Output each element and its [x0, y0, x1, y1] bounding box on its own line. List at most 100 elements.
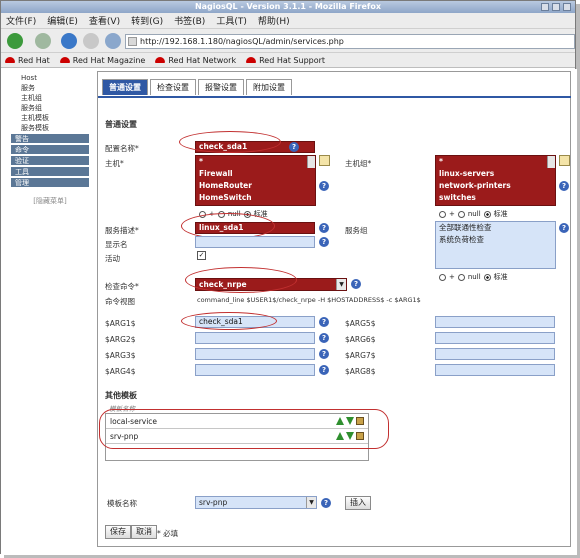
- sidebar-section-commands[interactable]: 命令: [11, 145, 89, 155]
- cancel-button[interactable]: 取消: [131, 525, 157, 539]
- tab-extra[interactable]: 附加设置: [246, 79, 292, 95]
- chevron-down-icon: ▼: [306, 497, 316, 508]
- sidebar-item-host-templates[interactable]: 主机模板: [11, 113, 89, 123]
- tab-alarm[interactable]: 报警设置: [198, 79, 244, 95]
- servicegroup-list[interactable]: 全部联通性检查 系统负荷检查: [435, 221, 556, 269]
- list-item[interactable]: 系统负荷检查: [436, 234, 555, 246]
- radio-plus[interactable]: [439, 273, 446, 281]
- stop-icon[interactable]: [83, 33, 99, 49]
- back-icon[interactable]: [7, 33, 23, 49]
- radio-label: 标准: [493, 273, 508, 281]
- config-name-label: 配置名称*: [105, 144, 139, 153]
- save-button[interactable]: 保存: [105, 525, 131, 539]
- sidebar-item-host[interactable]: Host: [11, 73, 89, 83]
- bookmark-label: Red Hat: [18, 55, 50, 65]
- highlight-oval: [99, 409, 389, 449]
- sidebar-item-services[interactable]: 服务: [11, 83, 89, 93]
- redhat-icon: [155, 57, 166, 63]
- help-icon[interactable]: ?: [289, 142, 299, 152]
- arg6-input[interactable]: [435, 332, 555, 344]
- help-icon[interactable]: ?: [319, 223, 329, 233]
- radio-standard[interactable]: [483, 273, 491, 281]
- list-item[interactable]: linux-servers: [436, 168, 555, 180]
- menu-view[interactable]: 查看(V): [89, 14, 120, 27]
- bookmark-redhat-magazine[interactable]: Red Hat Magazine: [59, 56, 145, 65]
- sidebar-section-admin[interactable]: 管理: [11, 178, 89, 188]
- bookmark-redhat[interactable]: Red Hat: [5, 56, 50, 65]
- sidebar-item-servicegroups[interactable]: 服务组: [11, 103, 89, 113]
- arg1-label: $ARG1$: [105, 319, 136, 328]
- help-icon[interactable]: ?: [559, 223, 569, 233]
- highlight-oval: [185, 267, 297, 293]
- menu-edit[interactable]: 编辑(E): [47, 14, 78, 27]
- radio-label: +: [449, 210, 455, 218]
- list-item[interactable]: *: [196, 156, 315, 168]
- radio-null[interactable]: [457, 273, 465, 281]
- help-icon[interactable]: ?: [319, 349, 329, 359]
- help-icon[interactable]: ?: [319, 365, 329, 375]
- tab-check[interactable]: 检查设置: [150, 79, 196, 95]
- sidebar-section-alerts[interactable]: 警告: [11, 134, 89, 144]
- arg2-input[interactable]: [195, 332, 315, 344]
- window-title: NagiosQL - Version 3.1.1 - Mozilla Firef…: [1, 1, 575, 13]
- arg7-input[interactable]: [435, 348, 555, 360]
- close-button[interactable]: [563, 3, 571, 11]
- help-icon[interactable]: ?: [319, 317, 329, 327]
- arg7-label: $ARG7$: [345, 351, 376, 360]
- home-icon[interactable]: [105, 33, 121, 49]
- arg8-input[interactable]: [435, 364, 555, 376]
- hide-menu-link[interactable]: [隐藏菜单]: [11, 196, 89, 206]
- template-select[interactable]: srv-pnp ▼: [195, 496, 317, 509]
- menu-file[interactable]: 文件(F): [6, 14, 36, 27]
- forward-icon[interactable]: [35, 33, 51, 49]
- help-icon[interactable]: ?: [319, 333, 329, 343]
- bookmark-redhat-support[interactable]: Red Hat Support: [246, 56, 325, 65]
- sidebar-item-hostgroups[interactable]: 主机组: [11, 93, 89, 103]
- list-item[interactable]: HomeSwitch: [196, 192, 315, 204]
- arg4-input[interactable]: [195, 364, 315, 376]
- host-list[interactable]: * Firewall HomeRouter HomeSwitch: [195, 155, 316, 206]
- list-item[interactable]: HomeRouter: [196, 180, 315, 192]
- display-name-input[interactable]: [195, 236, 315, 248]
- edit-icon[interactable]: [319, 155, 330, 166]
- list-item[interactable]: network-printers: [436, 180, 555, 192]
- menu-bookmarks[interactable]: 书签(B): [174, 14, 205, 27]
- radio-null[interactable]: [457, 210, 465, 218]
- sidebar-section-auth[interactable]: 验证: [11, 156, 89, 166]
- list-item[interactable]: 全部联通性检查: [436, 222, 555, 234]
- edit-icon[interactable]: [559, 155, 570, 166]
- help-icon[interactable]: ?: [319, 237, 329, 247]
- scrollbar[interactable]: [307, 156, 315, 168]
- radio-label: 标准: [493, 210, 508, 218]
- arg3-input[interactable]: [195, 348, 315, 360]
- help-icon[interactable]: ?: [319, 181, 329, 191]
- hostgroup-list[interactable]: * linux-servers network-printers switche…: [435, 155, 556, 206]
- bookmarks-bar: Red Hat Red Hat Magazine Red Hat Network…: [1, 53, 575, 68]
- list-item[interactable]: Firewall: [196, 168, 315, 180]
- list-item[interactable]: *: [436, 156, 555, 168]
- help-icon[interactable]: ?: [321, 498, 331, 508]
- reload-icon[interactable]: [61, 33, 77, 49]
- tab-general[interactable]: 普通设置: [102, 79, 148, 95]
- help-icon[interactable]: ?: [351, 279, 361, 289]
- insert-button[interactable]: 插入: [345, 496, 371, 510]
- sidebar-section-tools[interactable]: 工具: [11, 167, 89, 177]
- help-icon[interactable]: ?: [559, 181, 569, 191]
- url-text: http://192.168.1.180/nagiosQL/admin/serv…: [140, 37, 344, 46]
- active-checkbox[interactable]: ✓: [197, 251, 206, 260]
- arg5-input[interactable]: [435, 316, 555, 328]
- radio-standard[interactable]: [483, 210, 491, 218]
- radio-plus[interactable]: [439, 210, 446, 218]
- host-label: 主机*: [105, 159, 124, 168]
- maximize-button[interactable]: [552, 3, 560, 11]
- url-bar[interactable]: http://192.168.1.180/nagiosQL/admin/serv…: [125, 34, 575, 49]
- menu-tools[interactable]: 工具(T): [216, 14, 247, 27]
- menu-help[interactable]: 帮助(H): [258, 14, 290, 27]
- sidebar-item-service-templates[interactable]: 服务模板: [11, 123, 89, 133]
- scrollbar[interactable]: [547, 156, 555, 168]
- menu-go[interactable]: 转到(G): [131, 14, 163, 27]
- bookmark-redhat-network[interactable]: Red Hat Network: [155, 56, 236, 65]
- main-panel: [97, 71, 571, 547]
- minimize-button[interactable]: [541, 3, 549, 11]
- list-item[interactable]: switches: [436, 192, 555, 204]
